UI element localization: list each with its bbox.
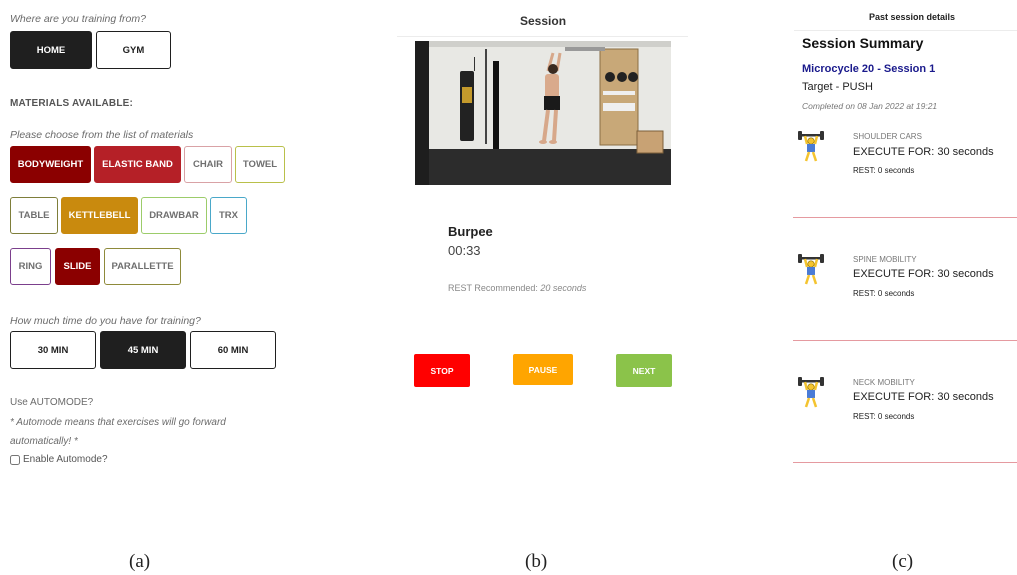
exercise-timer: 00:33	[448, 243, 481, 258]
next-button[interactable]: NEXT	[616, 354, 672, 387]
material-button-ring[interactable]: RING	[10, 248, 51, 285]
weightlifter-icon	[798, 130, 824, 164]
past-session-header: Past session details	[869, 12, 956, 22]
material-label: KETTLEBELL	[68, 210, 131, 221]
exercise-name: Burpee	[448, 224, 493, 239]
time-button-label: 45 MIN	[127, 344, 159, 356]
time-button-45-min[interactable]: 45 MIN	[100, 331, 186, 369]
session-summary-title: Session Summary	[802, 35, 924, 51]
caption-a: (a)	[129, 551, 151, 572]
automode-checkbox-label: Enable Automode?	[23, 454, 108, 465]
pause-button-label: PAUSE	[528, 364, 558, 375]
weightlifter-icon	[798, 376, 824, 410]
header-divider	[794, 30, 1017, 31]
materials-title: MATERIALS AVAILABLE:	[10, 98, 134, 109]
material-button-drawbar[interactable]: DRAWBAR	[141, 197, 207, 234]
automode-checkbox-row[interactable]: Enable Automode?	[10, 454, 108, 465]
exercise-execute-for: EXECUTE FOR: 30 seconds	[853, 391, 994, 403]
material-label: ELASTIC BAND	[102, 159, 173, 170]
time-button-60-min[interactable]: 60 MIN	[190, 331, 276, 369]
session-target: Target - PUSH	[802, 81, 873, 93]
automode-checkbox[interactable]	[10, 454, 20, 465]
material-button-table[interactable]: TABLE	[10, 197, 58, 234]
caption-c: (c)	[892, 551, 914, 572]
rest-recommended-value: 20 seconds	[540, 283, 587, 293]
weightlifter-icon	[798, 253, 824, 287]
header-divider	[397, 36, 688, 37]
exercise-divider	[793, 340, 1017, 341]
exercise-name: NECK MOBILITY	[853, 378, 915, 387]
time-button-label: 30 MIN	[37, 344, 69, 356]
location-button-gym[interactable]: GYM	[96, 31, 171, 69]
next-button-label: NEXT	[632, 365, 656, 376]
material-label: RING	[18, 261, 43, 272]
material-label: SLIDE	[63, 261, 92, 272]
exercise-divider	[793, 462, 1017, 463]
exercise-rest: REST: 0 seconds	[853, 289, 915, 298]
automode-title: Use AUTOMODE?	[10, 397, 94, 408]
exercise-rest: REST: 0 seconds	[853, 166, 915, 175]
caption-b: (b)	[525, 551, 548, 572]
pause-button[interactable]: PAUSE	[513, 354, 573, 385]
material-button-kettlebell[interactable]: KETTLEBELL	[61, 197, 138, 234]
exercise-video[interactable]	[415, 41, 671, 185]
exercise-rest: REST: 0 seconds	[853, 412, 915, 421]
materials-prompt: Please choose from the list of materials	[10, 129, 194, 141]
location-button-home-label: HOME	[36, 44, 66, 56]
rest-recommended: REST Recommended: 20 seconds	[448, 283, 586, 293]
completed-timestamp: Completed on 08 Jan 2022 at 19:21	[802, 101, 938, 111]
material-button-bodyweight[interactable]: BODYWEIGHT	[10, 146, 91, 183]
rest-recommended-label: REST Recommended:	[448, 283, 538, 293]
location-button-gym-label: GYM	[122, 44, 145, 56]
stop-button[interactable]: STOP	[414, 354, 470, 387]
time-button-label: 60 MIN	[217, 344, 249, 356]
material-label: TRX	[219, 210, 238, 221]
exercise-video-frame	[415, 41, 671, 185]
stop-button-label: STOP	[430, 365, 454, 376]
material-button-towel[interactable]: TOWEL	[235, 146, 285, 183]
material-button-slide[interactable]: SLIDE	[55, 248, 100, 285]
automode-note-line1: * Automode means that exercises will go …	[10, 417, 226, 428]
exercise-name: SHOULDER CARS	[853, 132, 922, 141]
location-button-home[interactable]: HOME	[10, 31, 92, 69]
material-label: DRAWBAR	[149, 210, 199, 221]
session-header: Session	[520, 14, 567, 28]
exercise-execute-for: EXECUTE FOR: 30 seconds	[853, 268, 994, 280]
material-label: TABLE	[18, 210, 50, 221]
location-question: Where are you training from?	[10, 13, 146, 25]
exercise-name: SPINE MOBILITY	[853, 255, 917, 264]
material-label: CHAIR	[192, 159, 224, 170]
automode-note-line2: automatically! *	[10, 436, 78, 447]
material-label: PARALLETTE	[111, 261, 174, 272]
microcycle-link[interactable]: Microcycle 20 - Session 1	[802, 63, 935, 75]
material-button-chair[interactable]: CHAIR	[184, 146, 232, 183]
material-button-trx[interactable]: TRX	[210, 197, 247, 234]
material-label: BODYWEIGHT	[17, 159, 84, 170]
material-label: TOWEL	[242, 159, 278, 170]
material-button-parallette[interactable]: PARALLETTE	[104, 248, 181, 285]
material-button-elastic-band[interactable]: ELASTIC BAND	[94, 146, 181, 183]
time-button-30-min[interactable]: 30 MIN	[10, 331, 96, 369]
exercise-execute-for: EXECUTE FOR: 30 seconds	[853, 146, 994, 158]
time-question: How much time do you have for training?	[10, 315, 201, 327]
exercise-divider	[793, 217, 1017, 218]
